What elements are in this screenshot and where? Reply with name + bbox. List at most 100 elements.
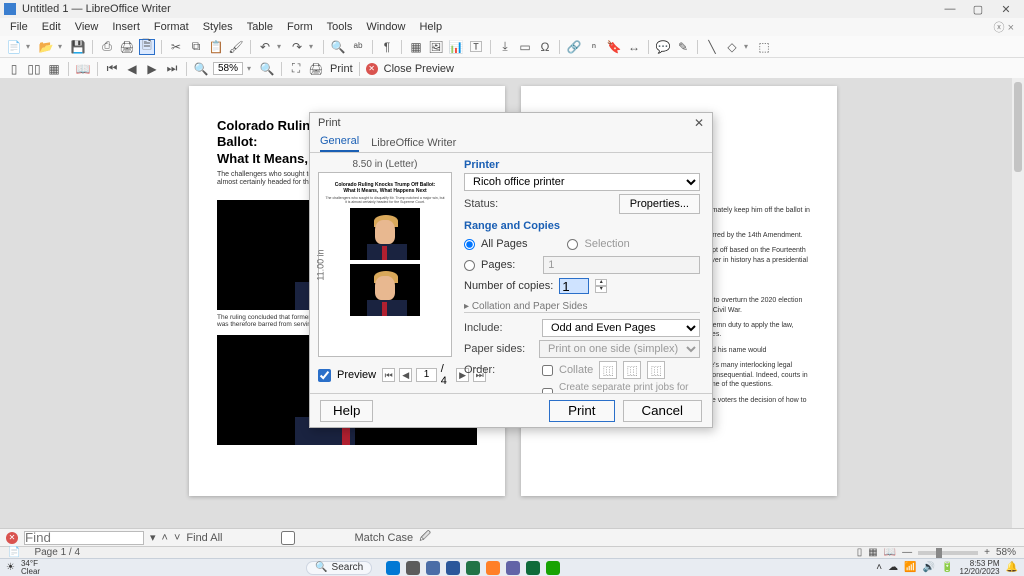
- app-icon-1[interactable]: [426, 561, 440, 575]
- print-doc-icon[interactable]: 🖨: [308, 61, 324, 77]
- menu-insert[interactable]: Insert: [106, 21, 146, 33]
- line-icon[interactable]: ╲: [704, 39, 720, 55]
- multi-page-icon[interactable]: ▦: [46, 61, 62, 77]
- paste-icon[interactable]: 📋: [208, 39, 224, 55]
- tray-chevron-icon[interactable]: ˄: [876, 562, 882, 573]
- shapes-icon[interactable]: ◇: [724, 39, 740, 55]
- include-select[interactable]: Odd and Even Pages: [542, 319, 700, 337]
- formatting-marks-icon[interactable]: ¶: [379, 39, 395, 55]
- taskbar-clock[interactable]: 8:53 PM12/20/2023: [960, 560, 1000, 576]
- comment-icon[interactable]: 💬: [655, 39, 671, 55]
- find-input[interactable]: [24, 531, 144, 545]
- app-icon-3[interactable]: [466, 561, 480, 575]
- taskbar-search[interactable]: 🔍 Search: [306, 561, 372, 575]
- find-options-icon[interactable]: 🖉: [419, 528, 431, 547]
- full-screen-icon[interactable]: ⛶: [288, 61, 304, 77]
- footnote-icon[interactable]: ⁿ: [586, 39, 602, 55]
- tab-writer[interactable]: LibreOffice Writer: [371, 137, 456, 152]
- open-icon[interactable]: 📂: [38, 39, 54, 55]
- single-page-icon[interactable]: ▯: [6, 61, 22, 77]
- minimize-button[interactable]: —: [936, 3, 964, 15]
- close-preview-button[interactable]: Close Preview: [384, 63, 454, 75]
- zoom-out-icon[interactable]: 🔍: [193, 61, 209, 77]
- tray-volume-icon[interactable]: 🔊: [923, 562, 935, 573]
- preview-page-input[interactable]: 1: [416, 368, 436, 382]
- last-page-icon[interactable]: ⏭: [164, 61, 180, 77]
- weather-widget[interactable]: 34°FClear: [21, 560, 40, 576]
- zoom-in-icon[interactable]: 🔍: [259, 61, 275, 77]
- collation-expander[interactable]: Collation and Paper Sides: [472, 301, 588, 312]
- find-replace-icon[interactable]: 🔍: [330, 39, 346, 55]
- print-preview-icon[interactable]: 🗎: [139, 39, 155, 55]
- libreoffice-icon[interactable]: [546, 561, 560, 575]
- collate-checkbox[interactable]: [542, 365, 553, 376]
- first-page-icon[interactable]: ⏮: [104, 61, 120, 77]
- preview-checkbox[interactable]: [318, 369, 331, 382]
- print-icon[interactable]: 🖨: [119, 39, 135, 55]
- menu-view[interactable]: View: [69, 21, 105, 33]
- sides-select[interactable]: Print on one side (simplex): [539, 340, 700, 358]
- preview-prev-icon[interactable]: ◀: [399, 368, 412, 382]
- zoom-plus-icon[interactable]: +: [984, 547, 990, 558]
- view-single-icon[interactable]: ▯: [857, 547, 863, 558]
- tray-wifi-icon[interactable]: 📶: [904, 562, 916, 573]
- cancel-button[interactable]: Cancel: [623, 400, 703, 422]
- menu-form[interactable]: Form: [281, 21, 319, 33]
- dialog-close-icon[interactable]: ✕: [694, 116, 704, 130]
- close-find-icon[interactable]: ✕: [6, 532, 18, 544]
- insert-table-icon[interactable]: ▦: [408, 39, 424, 55]
- all-pages-radio[interactable]: [464, 239, 475, 250]
- cut-icon[interactable]: ✂: [168, 39, 184, 55]
- teams-icon[interactable]: [506, 561, 520, 575]
- insert-image-icon[interactable]: 🖼: [428, 39, 444, 55]
- copies-input[interactable]: [559, 278, 589, 294]
- export-pdf-icon[interactable]: ⎙: [99, 39, 115, 55]
- collate-icon-1[interactable]: ⿲: [599, 361, 617, 379]
- properties-button[interactable]: Properties...: [619, 194, 700, 214]
- menu-window[interactable]: Window: [360, 21, 411, 33]
- next-page-icon[interactable]: ▶: [144, 61, 160, 77]
- notifications-icon[interactable]: 🔔: [1006, 562, 1018, 573]
- close-preview-icon[interactable]: ✕: [366, 63, 378, 75]
- insert-chart-icon[interactable]: 📊: [448, 39, 464, 55]
- maximize-button[interactable]: ▢: [964, 3, 992, 16]
- save-icon[interactable]: 💾: [70, 39, 86, 55]
- collate-icon-2[interactable]: ⿲: [623, 361, 641, 379]
- special-char-icon[interactable]: Ω: [537, 39, 553, 55]
- preview-first-icon[interactable]: ⏮: [382, 368, 395, 382]
- find-dropdown-icon[interactable]: ▾: [150, 531, 156, 544]
- cross-ref-icon[interactable]: ↔: [626, 39, 642, 55]
- selection-radio[interactable]: [567, 239, 578, 250]
- find-next-icon[interactable]: ˅: [174, 532, 180, 544]
- book-view-icon[interactable]: 📖: [75, 61, 91, 77]
- copies-spinner[interactable]: ▴▾: [595, 279, 607, 293]
- track-changes-icon[interactable]: ✎: [675, 39, 691, 55]
- pages-input[interactable]: [543, 256, 700, 274]
- close-doc-icon[interactable]: ⓧ ×: [988, 19, 1020, 35]
- menu-table[interactable]: Table: [241, 21, 279, 33]
- two-pages-icon[interactable]: ▯▯: [26, 61, 42, 77]
- zoom-combo[interactable]: 58%: [213, 62, 243, 75]
- print-button[interactable]: Print: [549, 400, 614, 422]
- menu-file[interactable]: File: [4, 21, 34, 33]
- menu-tools[interactable]: Tools: [321, 21, 359, 33]
- zoom-percent[interactable]: 58%: [996, 547, 1016, 558]
- start-icon[interactable]: [386, 561, 400, 575]
- app-icon-2[interactable]: [446, 561, 460, 575]
- copy-icon[interactable]: ⧉: [188, 39, 204, 55]
- collate-icon-3[interactable]: ⿲: [647, 361, 665, 379]
- menu-format[interactable]: Format: [148, 21, 195, 33]
- help-button[interactable]: Help: [320, 400, 373, 422]
- tab-general[interactable]: General: [320, 135, 359, 152]
- match-case-checkbox[interactable]: [228, 531, 348, 545]
- bookmark-icon[interactable]: 🔖: [606, 39, 622, 55]
- zoom-minus-icon[interactable]: —: [902, 547, 912, 558]
- find-all-button[interactable]: Find All: [186, 532, 222, 544]
- clone-format-icon[interactable]: 🖌: [228, 39, 244, 55]
- tray-cloud-icon[interactable]: ☁: [888, 562, 898, 573]
- pages-radio[interactable]: [464, 260, 475, 271]
- taskview-icon[interactable]: [406, 561, 420, 575]
- menu-help[interactable]: Help: [413, 21, 448, 33]
- tray-battery-icon[interactable]: 🔋: [941, 562, 953, 573]
- prev-page-icon[interactable]: ◀: [124, 61, 140, 77]
